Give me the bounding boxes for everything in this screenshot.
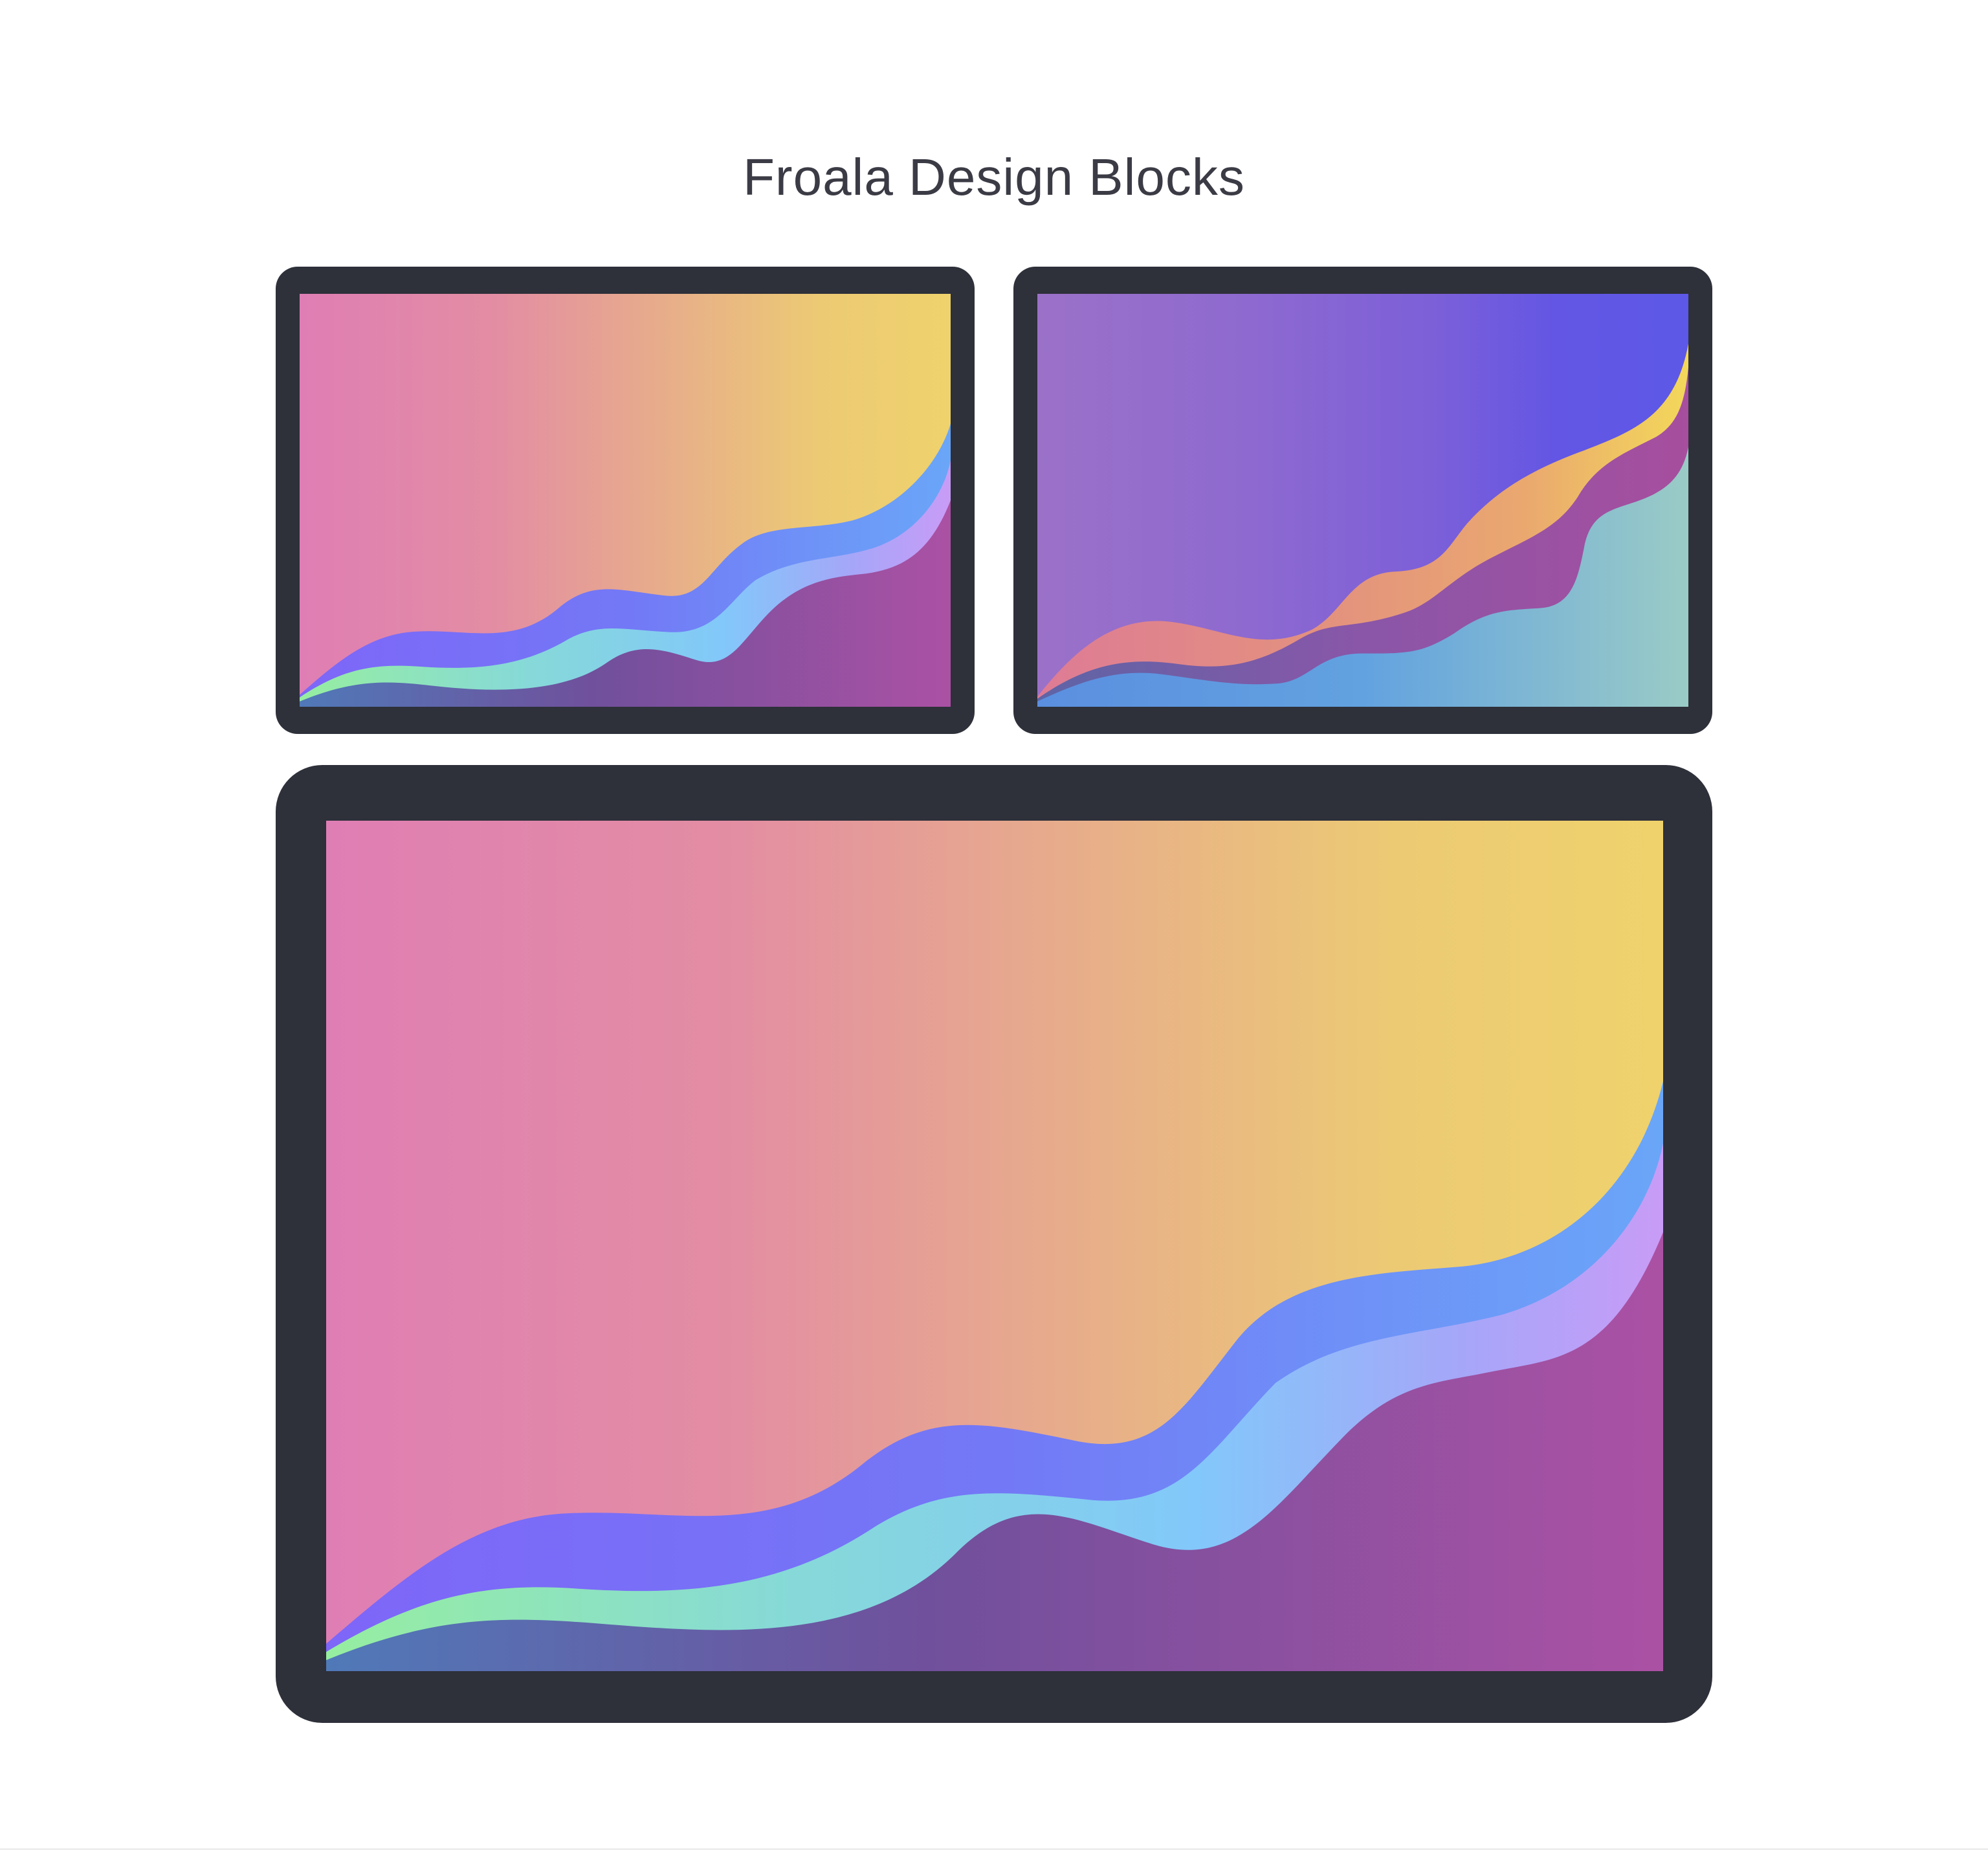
page-bottom-divider	[0, 1848, 1988, 1850]
wave-landscape-image	[326, 821, 1663, 1671]
design-block-card-twilight[interactable]	[1013, 267, 1712, 734]
wave-landscape-image	[300, 294, 951, 707]
page: Froala Design Blocks	[0, 0, 1988, 1853]
wave-landscape-image	[1037, 294, 1688, 707]
page-title: Froala Design Blocks	[743, 148, 1245, 206]
design-block-card-sunset[interactable]	[276, 267, 975, 734]
design-block-card-large[interactable]	[276, 765, 1712, 1723]
